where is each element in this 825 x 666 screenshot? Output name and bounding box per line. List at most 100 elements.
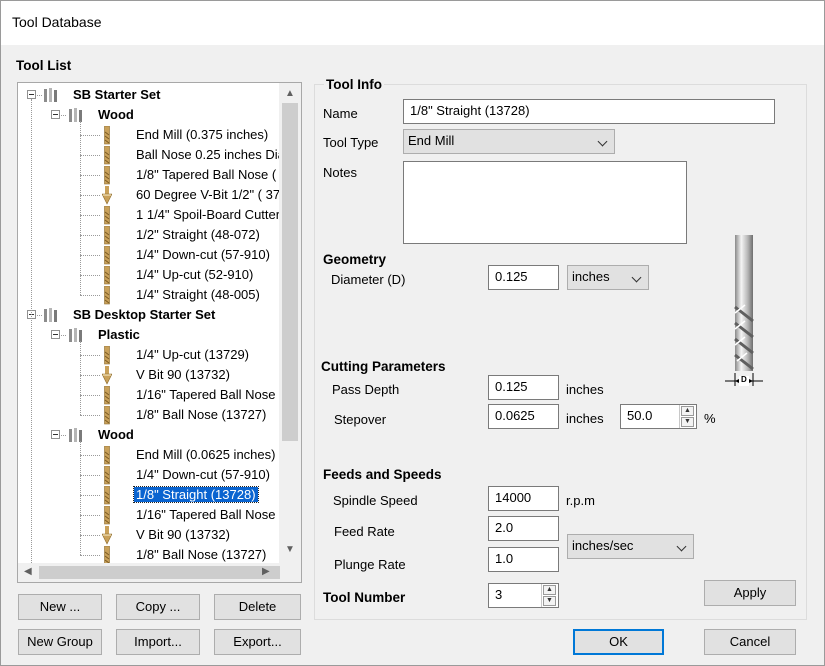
spindle-speed-input[interactable]: 14000 — [488, 486, 559, 511]
tree-item-label: 1/16" Tapered Ball Nose (1 — [136, 507, 291, 522]
scroll-down-icon[interactable]: ▼ — [285, 545, 295, 555]
ok-button[interactable]: OK — [573, 629, 664, 655]
tree-tool-item[interactable]: End Mill (0.375 inches) — [18, 125, 280, 145]
tool-database-window: Tool Database Tool List SB Starter Set Wo… — [0, 0, 825, 666]
tree-connector — [80, 535, 100, 536]
tree-connector — [61, 435, 66, 436]
tree-connector — [80, 215, 100, 216]
tree-tool-item[interactable]: 1/4" Down-cut (57-910) — [18, 245, 280, 265]
tree-tool-item[interactable]: 1/8" Straight (13728) — [18, 485, 280, 505]
tool-tree[interactable]: SB Starter Set Wood End Mill (0.375 inches… — [17, 82, 302, 583]
collapse-toggle-icon[interactable] — [27, 90, 36, 99]
tree-item-label: 1/16" Tapered Ball Nose (1 — [136, 387, 291, 402]
tree-group-node[interactable]: SB Starter Set — [18, 85, 280, 105]
stepover-percent-spinner[interactable]: ▲ ▼ — [679, 405, 695, 428]
tool-group-icon — [44, 88, 57, 102]
tool-type-label: Tool Type — [323, 135, 379, 150]
tree-horizontal-scrollbar[interactable]: ◀ ▶ — [18, 563, 301, 582]
end-mill-icon — [104, 286, 110, 305]
tree-tool-item[interactable]: 60 Degree V-Bit 1/2" ( 37- — [18, 185, 284, 205]
end-mill-icon — [104, 466, 110, 485]
end-mill-icon — [104, 346, 110, 365]
end-mill-diagram-icon — [725, 235, 763, 386]
tree-tool-item[interactable]: 1/4" Straight (48-005) — [18, 285, 280, 305]
export-button[interactable]: Export... — [214, 629, 301, 655]
tree-group-node[interactable]: SB Desktop Starter Set — [18, 305, 280, 325]
import-button[interactable]: Import... — [116, 629, 200, 655]
tool-tree-rows: SB Starter Set Wood End Mill (0.375 inches… — [18, 83, 291, 569]
tree-item-label: 1/4" Up-cut (52-910) — [136, 267, 254, 282]
collapse-toggle-icon[interactable] — [51, 110, 60, 119]
tree-group-node[interactable]: Wood — [18, 105, 280, 125]
end-mill-icon — [104, 146, 110, 165]
feed-rate-input[interactable]: 2.0 — [488, 516, 559, 541]
cancel-button[interactable]: Cancel — [704, 629, 796, 655]
plunge-rate-input[interactable]: 1.0 — [488, 547, 559, 572]
pass-depth-input[interactable]: 0.125 — [488, 375, 559, 400]
spin-up-icon[interactable]: ▲ — [543, 585, 556, 595]
scroll-right-icon[interactable]: ▶ — [262, 567, 270, 577]
collapse-toggle-icon[interactable] — [51, 330, 60, 339]
tree-tool-item[interactable]: Ball Nose 0.25 inches Dia — [18, 145, 285, 165]
tool-type-value: End Mill — [408, 133, 455, 148]
tree-tool-item[interactable]: 1/4" Down-cut (57-910) — [18, 465, 280, 485]
end-mill-icon — [104, 386, 110, 405]
tree-tool-item[interactable]: V Bit 90 (13732) — [18, 525, 280, 545]
scroll-up-icon[interactable]: ▲ — [285, 89, 295, 99]
tree-tool-item[interactable]: 1/2" Straight (48-072) — [18, 225, 280, 245]
scroll-left-icon[interactable]: ◀ — [24, 567, 32, 577]
tree-tool-item[interactable]: 1/16" Tapered Ball Nose (1 — [18, 505, 291, 525]
tool-number-spinner[interactable]: ▲ ▼ — [541, 584, 557, 607]
copy-button[interactable]: Copy ... — [116, 594, 200, 620]
geometry-header: Geometry — [323, 252, 387, 267]
tree-connector — [80, 415, 100, 416]
tree-vertical-scrollbar[interactable]: ▲ ▼ — [279, 83, 301, 563]
vertical-scroll-thumb[interactable] — [282, 103, 298, 441]
end-mill-icon — [104, 126, 110, 145]
diameter-units-select[interactable]: inches — [567, 265, 649, 290]
tree-tool-item[interactable]: 1/8" Ball Nose (13727) — [18, 545, 280, 565]
tree-tool-item[interactable]: 1/8" Tapered Ball Nose ( 7 — [18, 165, 287, 185]
tree-tool-item[interactable]: 1/4" Up-cut (13729) — [18, 345, 280, 365]
chevron-down-icon — [631, 272, 642, 283]
diameter-diagram-label: D — [741, 375, 747, 384]
diameter-label: Diameter (D) — [331, 272, 406, 287]
end-mill-icon — [104, 166, 110, 185]
tree-item-label: SB Starter Set — [73, 87, 161, 102]
tree-group-node[interactable]: Wood — [18, 425, 280, 445]
horizontal-scroll-thumb[interactable] — [39, 566, 280, 579]
tree-tool-item[interactable]: V Bit 90 (13732) — [18, 365, 280, 385]
notes-label: Notes — [323, 165, 357, 180]
tree-tool-item[interactable]: End Mill (0.0625 inches) — [18, 445, 280, 465]
rate-units-select[interactable]: inches/sec — [567, 534, 694, 559]
tree-connector — [80, 515, 100, 516]
spin-down-icon[interactable]: ▼ — [681, 417, 694, 427]
tree-group-node[interactable]: Plastic — [18, 325, 280, 345]
tree-item-label: 1/8" Straight (13728) — [133, 486, 259, 503]
tree-tool-item[interactable]: 1/4" Up-cut (52-910) — [18, 265, 280, 285]
tree-tool-item[interactable]: 1/16" Tapered Ball Nose (1 — [18, 385, 291, 405]
tree-connector — [80, 441, 81, 555]
diameter-input[interactable]: 0.125 — [488, 265, 559, 290]
new-button[interactable]: New ... — [18, 594, 102, 620]
delete-button[interactable]: Delete — [214, 594, 301, 620]
tree-item-label: 1/8" Ball Nose (13727) — [136, 547, 267, 562]
tree-tool-item[interactable]: 1 1/4" Spoil-Board Cutter ( — [18, 205, 288, 225]
end-mill-icon — [104, 246, 110, 265]
new-group-button[interactable]: New Group — [18, 629, 102, 655]
tree-item-label: 1/8" Tapered Ball Nose ( 7 — [136, 167, 288, 182]
collapse-toggle-icon[interactable] — [51, 430, 60, 439]
stepover-input[interactable]: 0.0625 — [488, 404, 559, 429]
tree-connector — [80, 455, 100, 456]
spin-up-icon[interactable]: ▲ — [681, 406, 694, 416]
tree-item-label: Plastic — [98, 327, 140, 342]
notes-textarea[interactable] — [403, 161, 687, 244]
pass-depth-label: Pass Depth — [332, 382, 400, 397]
tree-tool-item[interactable]: 1/8" Ball Nose (13727) — [18, 405, 280, 425]
spin-down-icon[interactable]: ▼ — [543, 596, 556, 606]
end-mill-icon — [104, 226, 110, 245]
tree-connector — [80, 495, 100, 496]
apply-button[interactable]: Apply — [704, 580, 796, 606]
name-input[interactable]: 1/8" Straight (13728) — [403, 99, 775, 124]
tool-type-select[interactable]: End Mill — [403, 129, 615, 154]
